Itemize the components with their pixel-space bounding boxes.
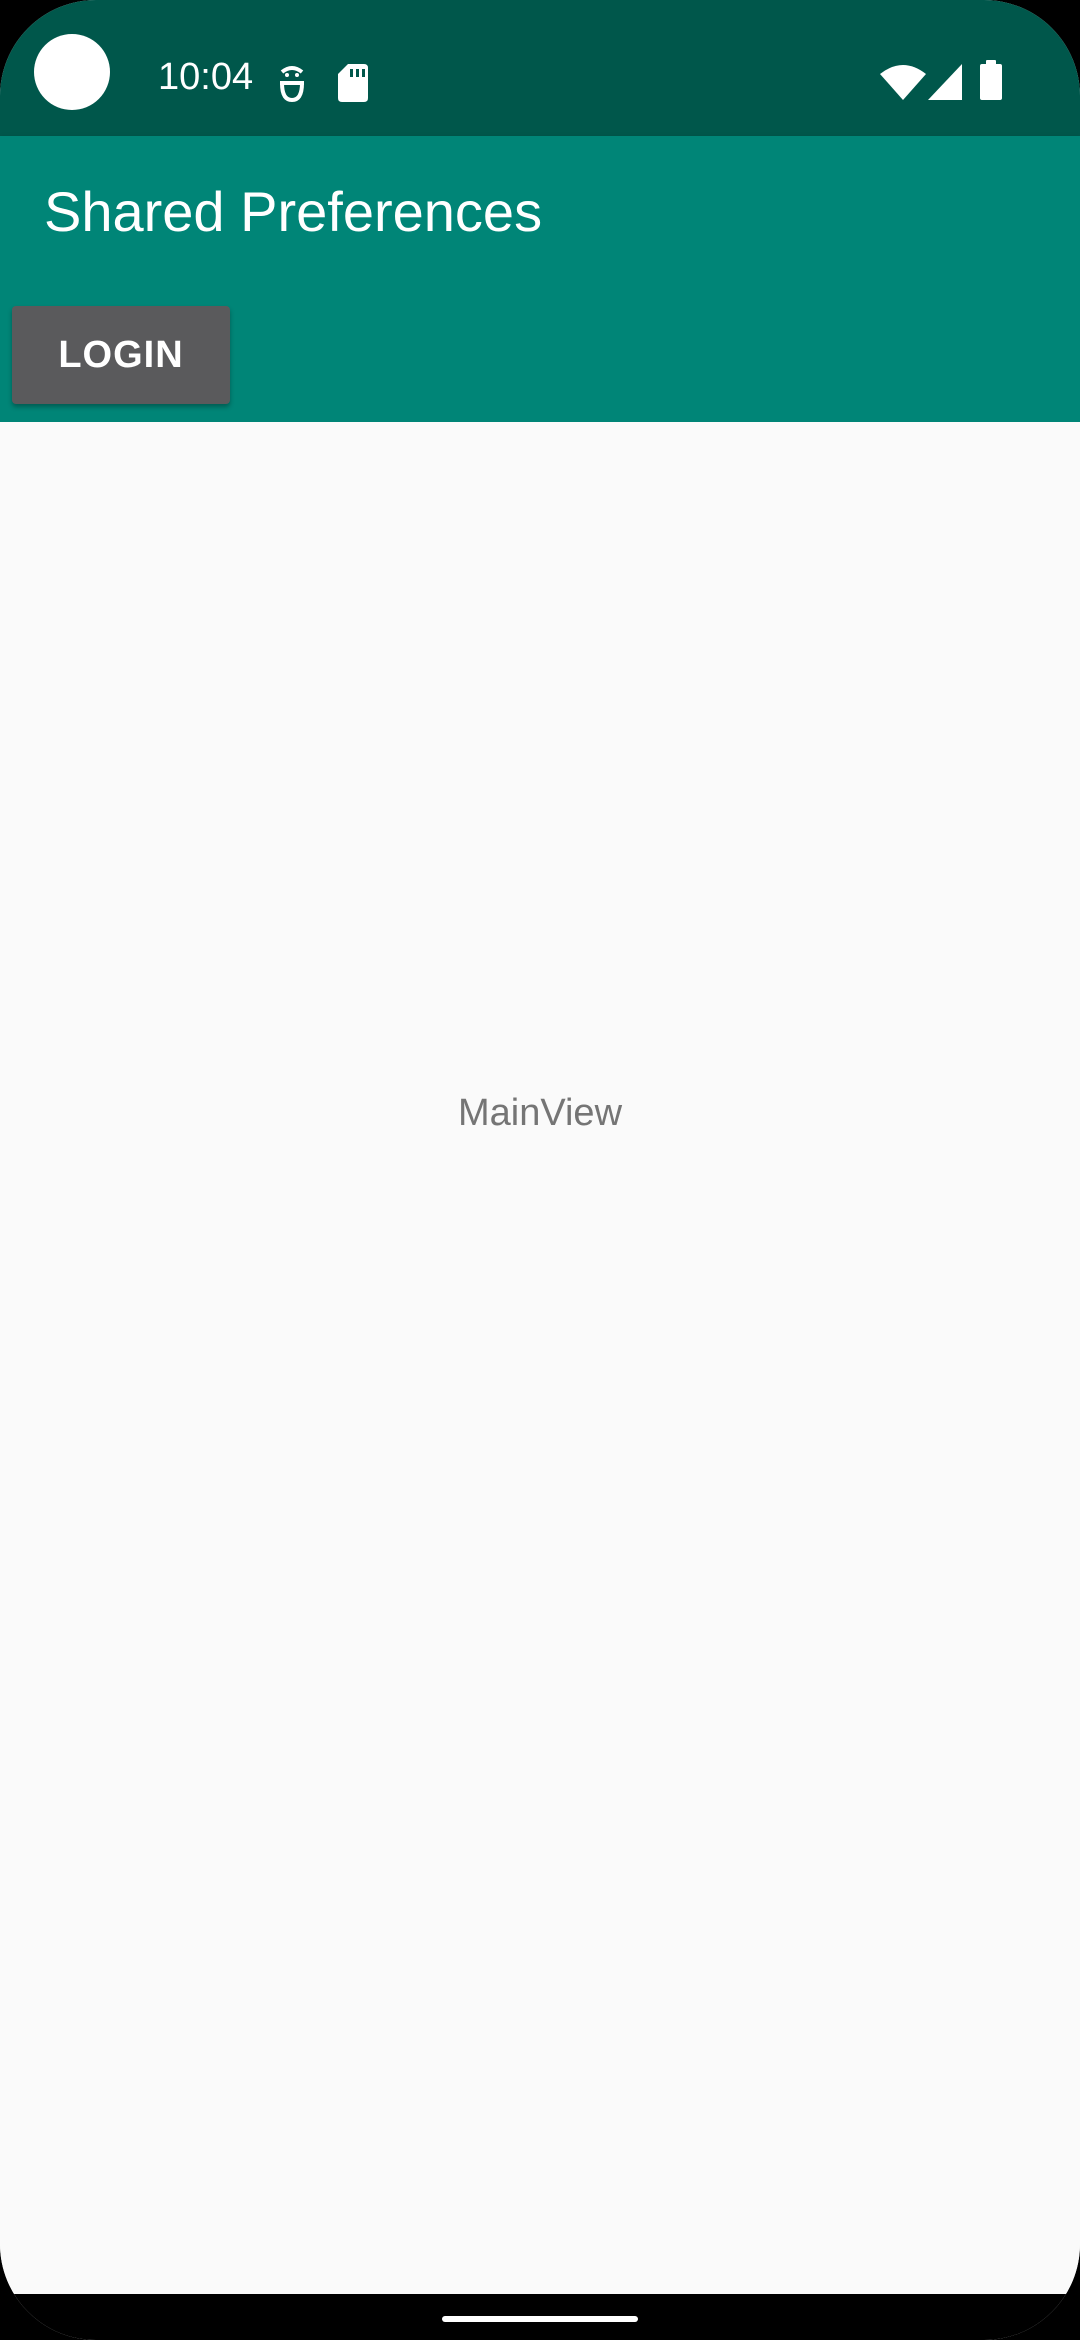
- phone-screen: 10:04 Shared Preferences LOGIN MainView: [0, 0, 1080, 2340]
- main-view-label: MainView: [457, 1092, 623, 1134]
- status-time: 10:04: [158, 56, 254, 98]
- wifi-icon: [880, 65, 926, 100]
- battery-icon: [980, 60, 1002, 100]
- status-bar: 10:04: [0, 0, 1080, 136]
- login-button[interactable]: LOGIN: [12, 306, 230, 404]
- sd-card-icon: [338, 64, 368, 102]
- app-title: Shared Preferences: [44, 180, 543, 243]
- main-content: [0, 422, 1080, 2294]
- debug-icon: [280, 66, 304, 102]
- cellular-signal-icon: [928, 64, 962, 100]
- home-gesture-handle[interactable]: [442, 2316, 638, 2322]
- camera-cutout: [34, 34, 110, 110]
